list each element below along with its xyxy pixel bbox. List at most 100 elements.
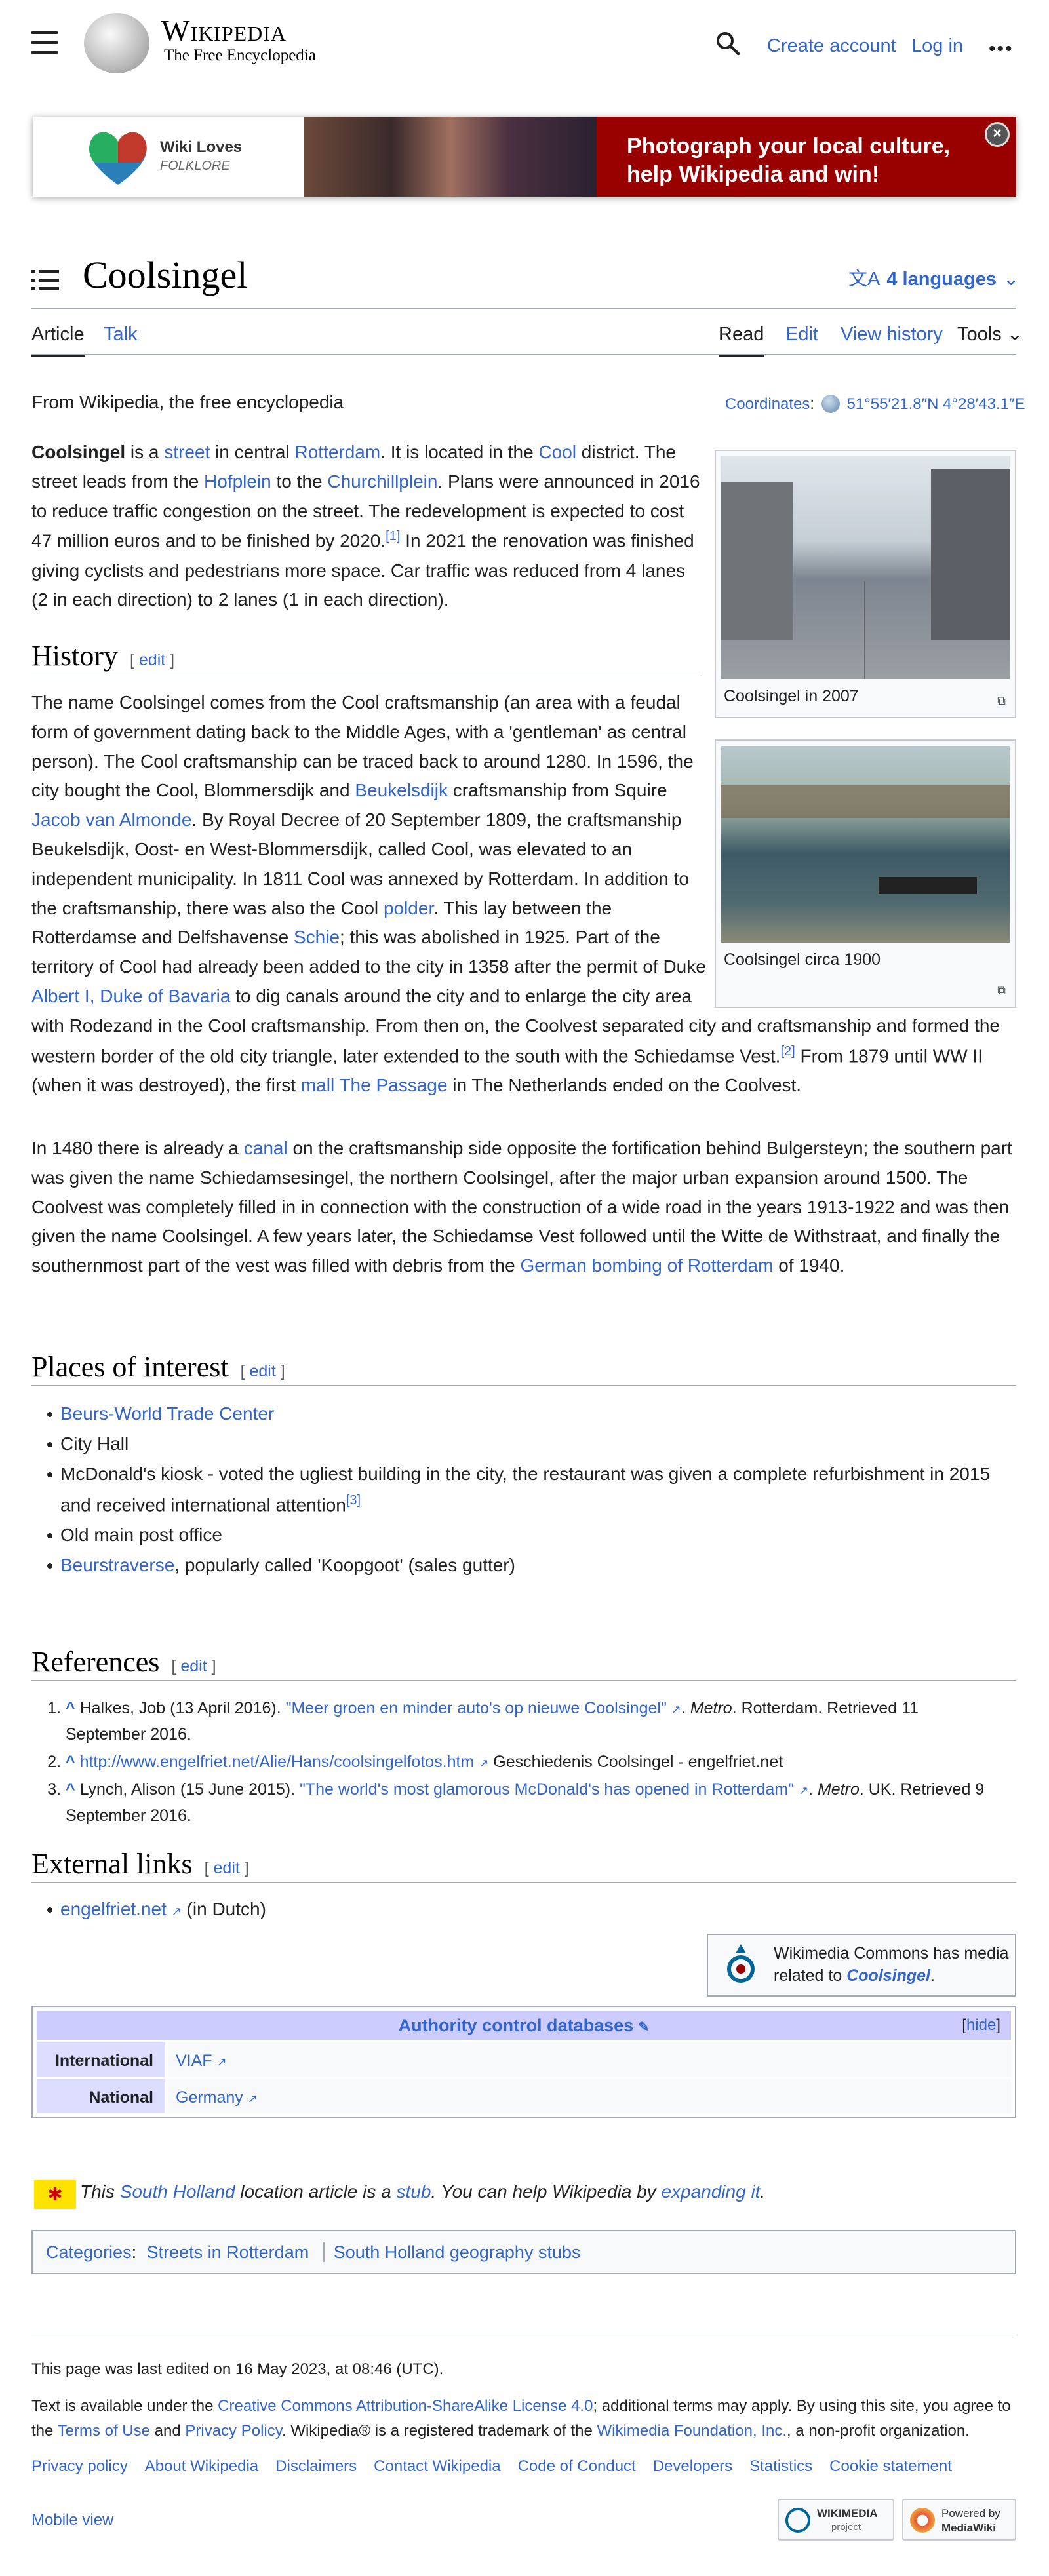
edit-places-link[interactable]: edit [249,1362,275,1380]
wikipedia-globe-logo[interactable] [84,13,149,73]
language-selector[interactable]: 文A 4 languages ⌄ [848,264,1019,294]
ref-link-1[interactable]: "Meer groen en minder auto's op nieuwe C… [286,1699,667,1717]
link-cool[interactable]: Cool [538,442,576,462]
license-link[interactable]: Creative Commons Attribution-ShareAlike … [218,2397,593,2415]
coordinates-value[interactable]: 51°55′21.8″N 4°28′43.1″E [846,395,1025,413]
search-icon[interactable] [715,30,741,56]
tab-article[interactable]: Article [31,319,85,357]
footer-disclaimers[interactable]: Disclaimers [275,2457,357,2475]
mobile-view-link[interactable]: Mobile view [31,2511,113,2529]
link-beurs-wtc[interactable]: Beurs-World Trade Center [60,1403,274,1424]
stub-notice: This South Holland location article is a… [80,2181,766,2202]
footer-contact[interactable]: Contact Wikipedia [374,2457,500,2475]
authority-title-link[interactable]: Authority control databases [399,2016,634,2035]
privacy-policy-link[interactable]: Privacy Policy [185,2422,282,2440]
categories-link[interactable]: Categories [46,2242,132,2262]
external-link-icon: ↗ [798,1784,809,1797]
tools-menu[interactable]: Tools ⌄ [957,319,1023,349]
tabs-rule [31,354,1016,355]
viaf-link[interactable]: VIAF [176,2052,212,2070]
reference-item: ^ http://www.engelfriet.net/Alie/Hans/co… [66,1749,997,1775]
link-beurstraverse[interactable]: Beurstraverse [60,1555,174,1575]
link-hofplein[interactable]: Hofplein [204,471,271,492]
wikimedia-foundation-link[interactable]: Wikimedia Foundation, Inc. [597,2422,787,2440]
backlink-caret[interactable]: ^ [66,1780,75,1799]
link-street[interactable]: street [164,442,210,462]
external-link-icon: ↗ [171,1905,182,1918]
more-options-icon[interactable]: ••• [989,39,1014,59]
footer-cookie-statement[interactable]: Cookie statement [829,2457,952,2475]
log-in-link[interactable]: Log in [911,31,963,61]
coolsingel-2007-photo[interactable] [721,456,1010,679]
banner-photo [304,117,597,197]
edit-external-link[interactable]: edit [214,1859,240,1877]
link-churchillplein[interactable]: Churchillplein [327,471,437,492]
create-account-link[interactable]: Create account [767,31,896,61]
link-canal[interactable]: canal [244,1138,288,1158]
link-beukelsdijk[interactable]: Beukelsdijk [355,780,448,800]
wikimedia-logo-icon [785,2508,810,2533]
authority-row: National Germany ↗ [37,2079,1011,2113]
places-rule [31,1385,1016,1386]
coordinates-label[interactable]: Coordinates [725,395,810,413]
pencil-icon[interactable]: ✎ [639,2020,650,2035]
banner-text[interactable]: Photograph your local culture, help Wiki… [597,117,1016,197]
footer-privacy-policy[interactable]: Privacy policy [31,2457,128,2475]
terms-of-use-link[interactable]: Terms of Use [58,2422,150,2440]
reference-item: ^ Halkes, Job (13 April 2016). "Meer gro… [66,1695,997,1747]
title-rule [31,308,1016,309]
tab-view-history[interactable]: View history [841,319,943,349]
main-menu-icon[interactable] [31,31,58,54]
germany-link[interactable]: Germany [176,2088,243,2107]
wordmark[interactable]: Wikipedia [161,16,287,46]
tab-talk[interactable]: Talk [104,319,138,349]
ref-link-3[interactable]: "The world's most glamorous McDonald's h… [300,1780,794,1799]
footer-about[interactable]: About Wikipedia [145,2457,258,2475]
link-schie[interactable]: Schie [294,927,340,947]
link-polder[interactable]: polder [384,898,433,918]
link-rotterdam[interactable]: Rotterdam [294,442,380,462]
link-engelfriet[interactable]: engelfriet.net [60,1899,167,1919]
ref-link-2[interactable]: http://www.engelfriet.net/Alie/Hans/cool… [80,1753,475,1771]
campaign-banner[interactable]: Wiki Loves FOLKLORE Photograph your loca… [33,117,1016,197]
ref-2[interactable]: [2] [780,1044,795,1059]
authority-title-bar: Authority control databases ✎ [hide] [37,2011,1011,2040]
link-expanding-it[interactable]: expanding it [661,2181,760,2202]
footer-statistics[interactable]: Statistics [749,2457,812,2475]
link-albert-i[interactable]: Albert I, Duke of Bavaria [31,986,230,1006]
link-mall[interactable]: mall [301,1075,334,1095]
wikimedia-project-badge[interactable]: WIKIMEDIA project [778,2499,894,2541]
link-jacob-van-almonde[interactable]: Jacob van Almonde [31,810,191,830]
table-of-contents-icon[interactable] [31,269,59,292]
section-heading-references: References[ edit ] [31,1646,216,1678]
tab-read[interactable]: Read [719,319,764,357]
edit-history-link[interactable]: edit [139,651,165,669]
history-paragraph-1: The name Coolsingel comes from the Cool … [31,692,1000,1095]
commons-link[interactable]: Coolsingel [846,1966,930,1985]
link-the-passage[interactable]: The Passage [339,1075,447,1095]
powered-by-mediawiki-badge[interactable]: Powered by MediaWiki [902,2499,1016,2541]
close-banner-icon[interactable]: × [985,122,1010,147]
footer-code-of-conduct[interactable]: Code of Conduct [518,2457,636,2475]
list-item: City Hall [47,1429,1018,1459]
section-heading-history: History[ edit ] [31,640,175,672]
footer-places: Privacy policy About Wikipedia Disclaimers… [31,2454,1016,2479]
link-german-bombing[interactable]: German bombing of Rotterdam [520,1255,773,1276]
category-streets-in-rotterdam[interactable]: Streets in Rotterdam [147,2242,309,2262]
banner-logo-line2: FOLKLORE [160,159,230,173]
ref-1[interactable]: [1] [386,529,400,543]
ref-3[interactable]: [3] [346,1493,361,1508]
backlink-caret[interactable]: ^ [66,1699,75,1717]
hide-toggle[interactable]: hide [966,2016,996,2034]
translate-icon: 文A [848,269,881,290]
license-text: Text is available under the Creative Com… [31,2397,1011,2440]
link-south-holland[interactable]: South Holland [120,2181,235,2202]
footer-developers[interactable]: Developers [653,2457,732,2475]
edit-references-link[interactable]: edit [180,1657,207,1675]
languages-label: 4 languages [886,269,997,290]
link-stub[interactable]: stub [396,2181,431,2202]
south-holland-flag-icon[interactable]: ✱ [34,2180,76,2209]
category-south-holland-geography-stubs[interactable]: South Holland geography stubs [334,2242,581,2262]
backlink-caret[interactable]: ^ [66,1753,75,1771]
tab-edit[interactable]: Edit [785,319,818,349]
